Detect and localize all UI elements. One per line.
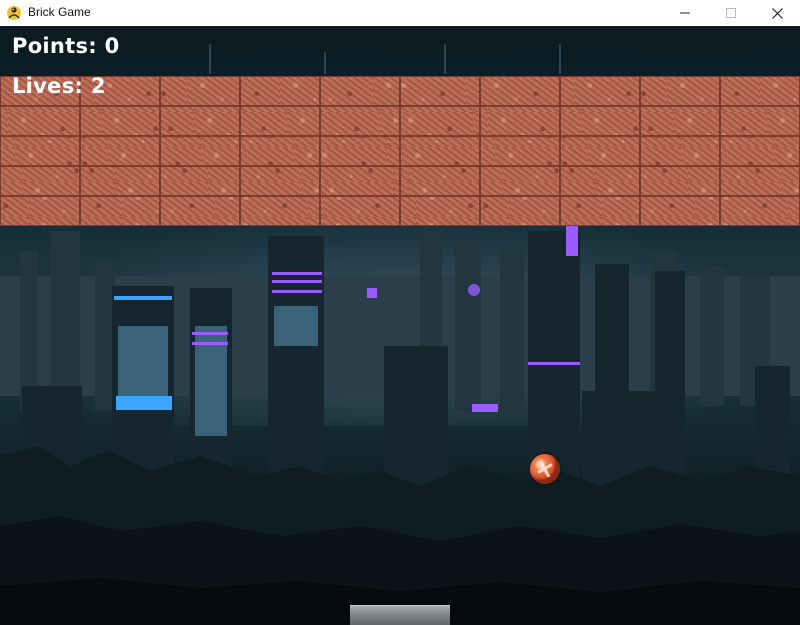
brick bbox=[480, 106, 560, 136]
brick bbox=[80, 196, 160, 226]
ball-icon bbox=[530, 454, 560, 484]
brick bbox=[80, 136, 160, 166]
brick bbox=[240, 76, 320, 106]
brick bbox=[560, 196, 640, 226]
brick bbox=[480, 166, 560, 196]
brick bbox=[240, 136, 320, 166]
close-icon bbox=[771, 7, 783, 19]
window-title: Brick Game bbox=[28, 5, 91, 19]
brick bbox=[720, 196, 800, 226]
brick bbox=[560, 76, 640, 106]
brick bbox=[0, 196, 80, 226]
brick bbox=[0, 106, 80, 136]
brick bbox=[80, 166, 160, 196]
brick bbox=[320, 166, 400, 196]
brick bbox=[160, 76, 240, 106]
brick bbox=[640, 196, 720, 226]
brick bbox=[240, 196, 320, 226]
brick bbox=[560, 136, 640, 166]
brick bbox=[160, 196, 240, 226]
close-button[interactable] bbox=[754, 0, 800, 26]
brick bbox=[560, 106, 640, 136]
brick bbox=[640, 106, 720, 136]
brick bbox=[720, 166, 800, 196]
brick bbox=[720, 76, 800, 106]
brick bbox=[320, 76, 400, 106]
points-display: Points: 0 bbox=[12, 34, 120, 58]
paddle[interactable] bbox=[350, 605, 450, 625]
brick bbox=[0, 166, 80, 196]
brick bbox=[160, 166, 240, 196]
brick bbox=[720, 136, 800, 166]
brick-wall bbox=[0, 76, 800, 226]
brick bbox=[480, 76, 560, 106]
maximize-icon bbox=[726, 8, 736, 18]
minimize-icon bbox=[680, 12, 690, 14]
brick bbox=[160, 136, 240, 166]
brick bbox=[320, 106, 400, 136]
maximize-button[interactable] bbox=[708, 0, 754, 26]
brick bbox=[160, 106, 240, 136]
brick bbox=[320, 136, 400, 166]
minimize-button[interactable] bbox=[662, 0, 708, 26]
brick bbox=[400, 166, 480, 196]
brick bbox=[0, 136, 80, 166]
brick bbox=[480, 136, 560, 166]
game-canvas[interactable]: Points: 0 Lives: 2 bbox=[0, 26, 800, 625]
game-window: Brick Game Points: 0 Lives: 2 bbox=[0, 0, 800, 625]
brick bbox=[400, 136, 480, 166]
brick bbox=[400, 76, 480, 106]
brick bbox=[240, 166, 320, 196]
title-bar[interactable]: Brick Game bbox=[0, 0, 800, 27]
brick bbox=[640, 136, 720, 166]
brick bbox=[480, 196, 560, 226]
brick bbox=[640, 166, 720, 196]
brick bbox=[720, 106, 800, 136]
lives-display: Lives: 2 bbox=[12, 74, 106, 98]
brick bbox=[640, 76, 720, 106]
brick bbox=[320, 196, 400, 226]
brick bbox=[400, 196, 480, 226]
brick bbox=[400, 106, 480, 136]
python-snake-icon bbox=[6, 5, 22, 21]
brick bbox=[560, 166, 640, 196]
brick bbox=[240, 106, 320, 136]
brick bbox=[80, 106, 160, 136]
